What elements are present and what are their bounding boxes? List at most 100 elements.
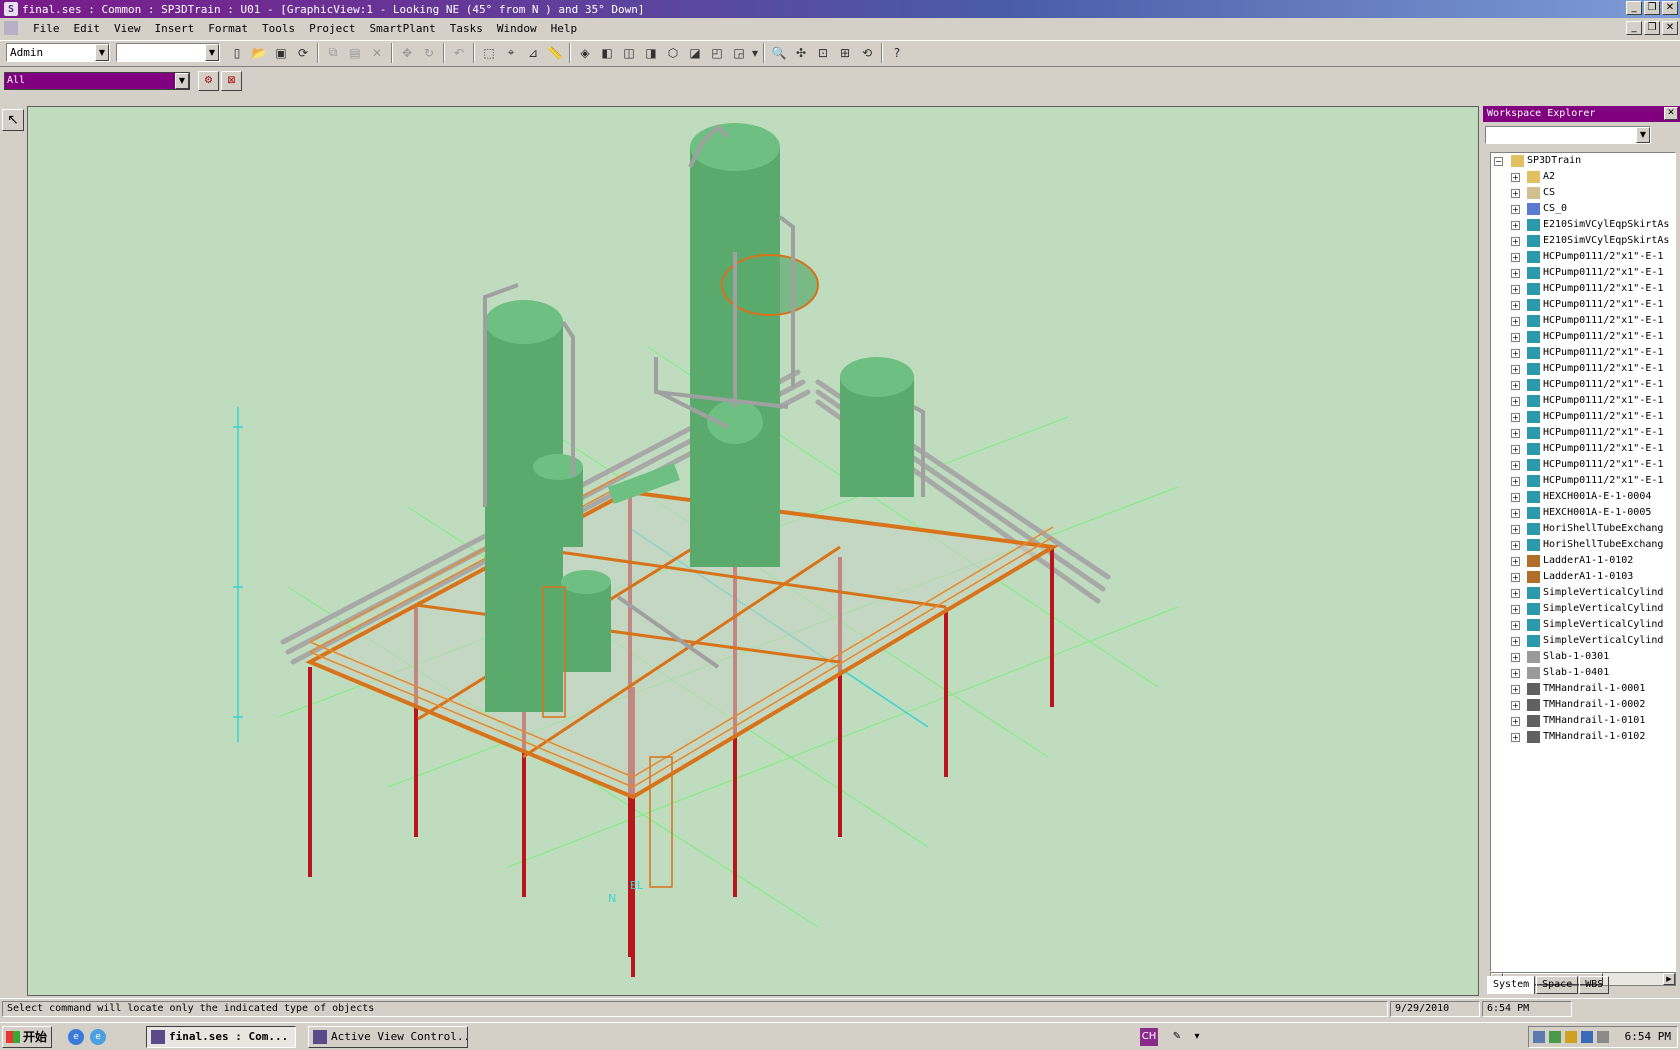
clock[interactable]: 6:54 PM: [1625, 1030, 1671, 1043]
locate-filter-combo[interactable]: All ▼: [4, 72, 190, 90]
menu-smartplant[interactable]: SmartPlant: [362, 22, 442, 35]
expand-icon[interactable]: +: [1511, 541, 1520, 550]
ime-mode-icon[interactable]: ✎: [1168, 1028, 1186, 1046]
tree-item[interactable]: + A2: [1491, 169, 1675, 185]
expand-icon[interactable]: +: [1511, 253, 1520, 262]
expand-icon[interactable]: +: [1511, 445, 1520, 454]
menu-edit[interactable]: Edit: [67, 22, 108, 35]
chevron-down-icon[interactable]: ▾: [750, 42, 760, 64]
expand-icon[interactable]: +: [1511, 381, 1520, 390]
tree-item[interactable]: + TMHandrail-1-0101: [1491, 713, 1675, 729]
expand-icon[interactable]: +: [1511, 589, 1520, 598]
view-top-icon[interactable]: ◫: [618, 42, 640, 64]
aspect-icon[interactable]: ◲: [728, 42, 750, 64]
expand-icon[interactable]: +: [1511, 429, 1520, 438]
chevron-down-icon[interactable]: ▼: [95, 44, 109, 61]
tree-item[interactable]: + Slab-1-0401: [1491, 665, 1675, 681]
tree-item[interactable]: + HCPump0111/2"x1"-E-1: [1491, 409, 1675, 425]
expand-icon[interactable]: +: [1511, 413, 1520, 422]
measure-icon[interactable]: ⊿: [522, 42, 544, 64]
expand-icon[interactable]: +: [1511, 685, 1520, 694]
refresh-icon[interactable]: ⟳: [292, 42, 314, 64]
tree-item[interactable]: + SimpleVerticalCylind: [1491, 633, 1675, 649]
close-button[interactable]: ✕: [1662, 1, 1678, 15]
network-icon[interactable]: [1533, 1031, 1545, 1043]
tree-item[interactable]: + HCPump0111/2"x1"-E-1: [1491, 425, 1675, 441]
tree-item[interactable]: + SimpleVerticalCylind: [1491, 601, 1675, 617]
tree-item[interactable]: + HCPump0111/2"x1"-E-1: [1491, 457, 1675, 473]
tree-root[interactable]: − SP3DTrain: [1491, 153, 1675, 169]
expand-icon[interactable]: +: [1511, 269, 1520, 278]
collapse-icon[interactable]: −: [1494, 157, 1503, 166]
doc-minimize-button[interactable]: _: [1626, 21, 1642, 35]
expand-icon[interactable]: +: [1511, 653, 1520, 662]
scroll-right-icon[interactable]: ▶: [1663, 973, 1675, 985]
expand-icon[interactable]: +: [1511, 365, 1520, 374]
doc-close-button[interactable]: ✕: [1662, 21, 1678, 35]
expand-icon[interactable]: +: [1511, 205, 1520, 214]
clipping-icon[interactable]: ◪: [684, 42, 706, 64]
tree-item[interactable]: + HCPump0111/2"x1"-E-1: [1491, 473, 1675, 489]
tree-item[interactable]: + TMHandrail-1-0102: [1491, 729, 1675, 745]
tree-item[interactable]: + LadderA1-1-0102: [1491, 553, 1675, 569]
ruler-icon[interactable]: 📏: [544, 42, 566, 64]
tree-item[interactable]: + HCPump0111/2"x1"-E-1: [1491, 393, 1675, 409]
expand-icon[interactable]: +: [1511, 333, 1520, 342]
view-side-icon[interactable]: ◨: [640, 42, 662, 64]
expand-icon[interactable]: +: [1511, 573, 1520, 582]
rotate-view-icon[interactable]: ⟲: [856, 42, 878, 64]
document-icon[interactable]: [4, 21, 18, 35]
graphic-view[interactable]: N EL: [27, 106, 1479, 996]
expand-icon[interactable]: +: [1511, 301, 1520, 310]
tree-item[interactable]: + SimpleVerticalCylind: [1491, 617, 1675, 633]
menu-window[interactable]: Window: [490, 22, 544, 35]
tree-item[interactable]: + HCPump0111/2"x1"-E-1: [1491, 297, 1675, 313]
menu-tools[interactable]: Tools: [255, 22, 302, 35]
filter-select-icon[interactable]: ⊠: [221, 71, 242, 91]
task-active-view-control[interactable]: Active View Control...: [308, 1026, 468, 1048]
menu-file[interactable]: File: [26, 22, 67, 35]
explorer-combo[interactable]: ▼: [1485, 126, 1651, 144]
expand-icon[interactable]: +: [1511, 493, 1520, 502]
tray-app-icon[interactable]: [1597, 1031, 1609, 1043]
tree-item[interactable]: + HCPump0111/2"x1"-E-1: [1491, 313, 1675, 329]
tree-item[interactable]: + HEXCH001A-E-1-0004: [1491, 489, 1675, 505]
tree-item[interactable]: + HCPump0111/2"x1"-E-1: [1491, 441, 1675, 457]
expand-icon[interactable]: +: [1511, 189, 1520, 198]
tree-item[interactable]: + HoriShellTubeExchang: [1491, 521, 1675, 537]
tree-item[interactable]: + HCPump0111/2"x1"-E-1: [1491, 281, 1675, 297]
expand-icon[interactable]: +: [1511, 477, 1520, 486]
expand-icon[interactable]: +: [1511, 461, 1520, 470]
chevron-down-icon[interactable]: ▼: [175, 73, 189, 89]
common-views-icon[interactable]: ⬡: [662, 42, 684, 64]
plant-model[interactable]: N EL: [28, 107, 1479, 996]
copy-icon[interactable]: ⧉: [322, 42, 344, 64]
tree-item[interactable]: + LadderA1-1-0103: [1491, 569, 1675, 585]
move-icon[interactable]: ✥: [396, 42, 418, 64]
explorer-close-button[interactable]: ✕: [1664, 107, 1678, 120]
tree-item[interactable]: + HCPump0111/2"x1"-E-1: [1491, 361, 1675, 377]
restore-button[interactable]: ❐: [1644, 1, 1660, 15]
tree-item[interactable]: + TMHandrail-1-0002: [1491, 697, 1675, 713]
start-button[interactable]: 开始: [2, 1026, 52, 1048]
volume-icon[interactable]: [1581, 1031, 1593, 1043]
expand-icon[interactable]: +: [1511, 237, 1520, 246]
tree-item[interactable]: + E210SimVCylEqpSkirtAs: [1491, 233, 1675, 249]
tree-item[interactable]: + TMHandrail-1-0001: [1491, 681, 1675, 697]
filter-properties-icon[interactable]: ⚙: [198, 71, 219, 91]
doc-restore-button[interactable]: ❐: [1644, 21, 1660, 35]
expand-icon[interactable]: +: [1511, 317, 1520, 326]
minimize-button[interactable]: _: [1626, 1, 1642, 15]
menu-format[interactable]: Format: [201, 22, 255, 35]
tab-space[interactable]: Space: [1536, 976, 1579, 994]
monitor-icon[interactable]: [1549, 1031, 1561, 1043]
tree-item[interactable]: + HCPump0111/2"x1"-E-1: [1491, 249, 1675, 265]
expand-icon[interactable]: +: [1511, 525, 1520, 534]
expand-icon[interactable]: +: [1511, 285, 1520, 294]
expand-icon[interactable]: +: [1511, 621, 1520, 630]
pinpoint-icon[interactable]: ⌖: [500, 42, 522, 64]
zoom-icon[interactable]: 🔍: [768, 42, 790, 64]
open-folder-icon[interactable]: 📂: [248, 42, 270, 64]
permission-group-combo[interactable]: Admin ▼: [6, 43, 110, 62]
expand-icon[interactable]: +: [1511, 701, 1520, 710]
